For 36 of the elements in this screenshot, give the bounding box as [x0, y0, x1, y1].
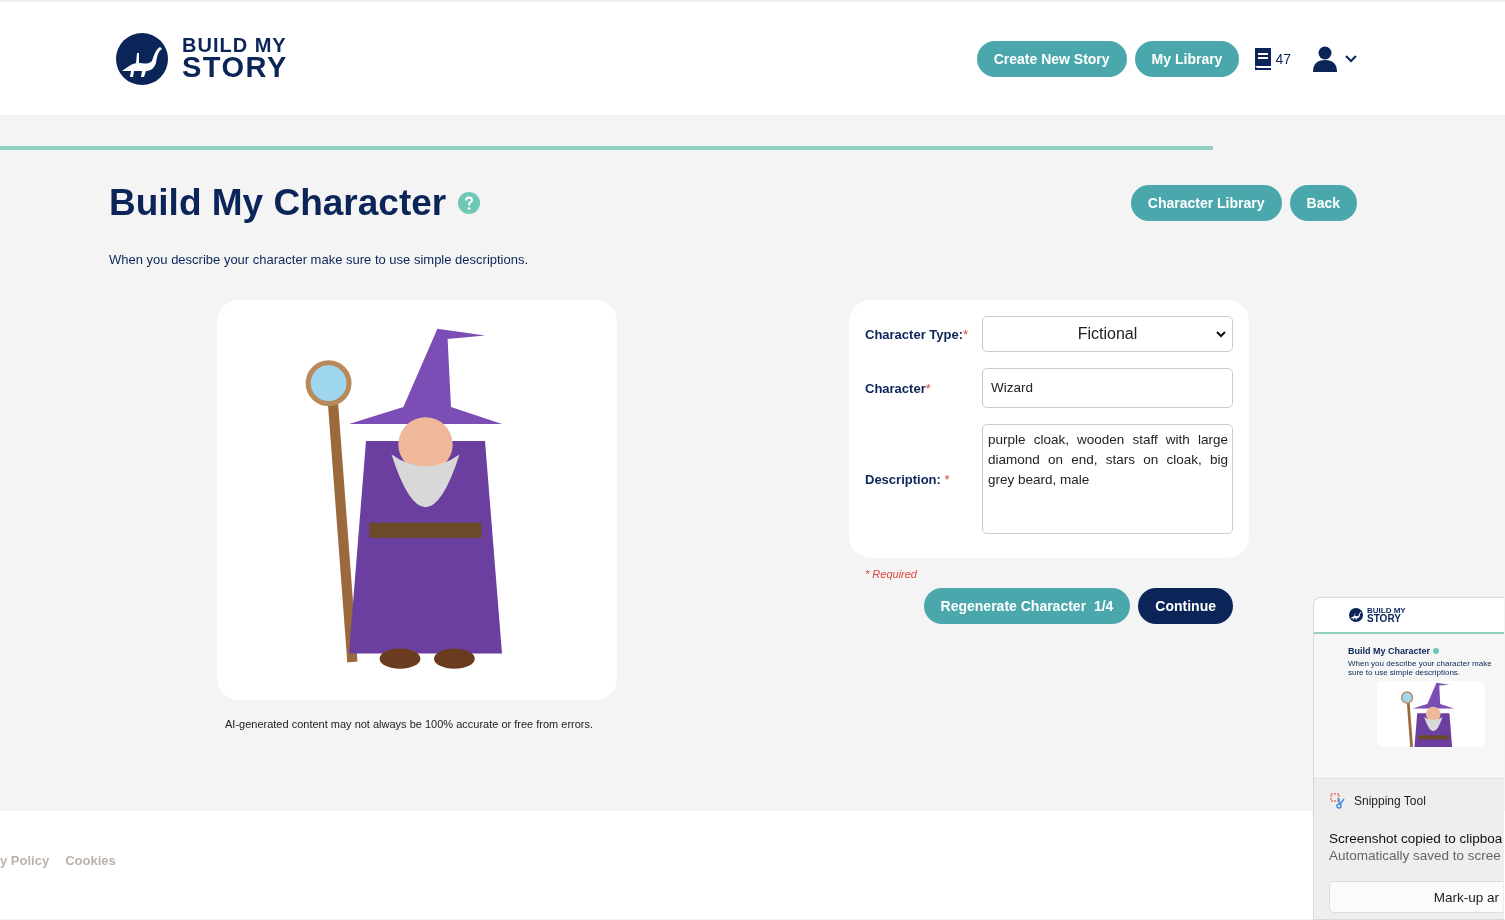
chevron-down-icon[interactable]: [1345, 54, 1357, 63]
logo-text: BUILD MY: [1367, 606, 1406, 615]
field-label: Description: *: [865, 471, 951, 487]
page-button[interactable]: Back: [1289, 185, 1357, 221]
book-icon[interactable]: [1253, 45, 1274, 72]
logo-text: BUILD MY: [182, 36, 288, 55]
logo-text: STORY: [182, 54, 288, 81]
footer-link[interactable]: Cookies: [65, 853, 116, 869]
library-count: 47: [1275, 50, 1291, 67]
notification-detail: Automatically saved to scree: [1329, 848, 1502, 863]
thumbnail-subtitle: When you describe your character make sure to use simple descriptions.: [1348, 659, 1493, 677]
dinosaur-logo-icon: [116, 32, 168, 85]
scissors-icon: [1330, 793, 1346, 809]
nav-button[interactable]: Create New Story: [976, 40, 1127, 77]
field-label: Character*: [865, 380, 932, 396]
chevron-down-icon: [1216, 331, 1226, 338]
page-subtitle: When you describe your character make sure to use simple descriptions.: [109, 252, 530, 267]
footer-link[interactable]: y Policy: [0, 853, 50, 869]
user-icon[interactable]: [1313, 45, 1337, 72]
textarea-field[interactable]: purple cloak, wooden staff with large diamond on end, stars on cloak, big grey beard, male: [982, 424, 1233, 534]
required-note: * Required: [865, 568, 918, 580]
field-label: Character Type:*: [865, 326, 970, 342]
regenerate-button[interactable]: Regenerate Character 1/4: [923, 588, 1131, 624]
page-title: Build My Character: [109, 182, 447, 224]
notification-message: Screenshot copied to clipboa: [1329, 831, 1504, 846]
disclaimer-text: AI-generated content may not always be 100% accurate or free from errors.: [225, 717, 595, 732]
select-field[interactable]: Fictional: [982, 316, 1233, 352]
continue-button[interactable]: Continue: [1138, 588, 1233, 624]
nav-button[interactable]: My Library: [1134, 40, 1240, 77]
logo-text: STORY: [1367, 614, 1402, 624]
dinosaur-logo-icon: [1349, 608, 1363, 622]
page-button[interactable]: Character Library: [1130, 185, 1282, 221]
markup-button[interactable]: Mark-up ar: [1329, 881, 1503, 913]
input-field[interactable]: Wizard: [982, 368, 1233, 408]
thumbnail-title: Build My Character: [1348, 646, 1431, 656]
app-name: Snipping Tool: [1354, 794, 1426, 808]
